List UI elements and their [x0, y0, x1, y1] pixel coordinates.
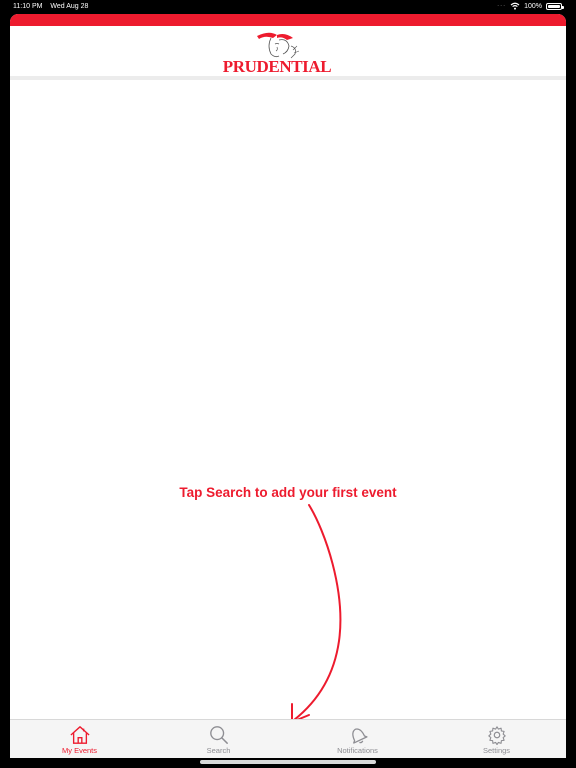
prudence-figure-icon: [257, 32, 300, 59]
gear-icon: [487, 726, 506, 745]
tab-notifications[interactable]: Notifications: [288, 720, 427, 758]
tab-label-search: Search: [206, 746, 231, 755]
top-brand-band: [10, 14, 566, 26]
wifi-icon: [510, 2, 520, 10]
tab-my-events[interactable]: My Events: [10, 720, 149, 758]
app-window: PRUDENTIAL Tap Search to add your first …: [10, 14, 566, 758]
tab-search[interactable]: Search: [149, 720, 288, 758]
tab-label-my-events: My Events: [61, 746, 97, 755]
hint-arrow-icon: [291, 504, 342, 723]
events-content: Tap Search to add your first event: [10, 81, 566, 723]
status-time: 11:10 PM: [13, 3, 43, 10]
tab-bar: My Events Search Notifications Settings: [10, 719, 566, 758]
bell-icon: [351, 728, 368, 744]
logo-text: PRUDENTIAL: [222, 57, 332, 76]
tab-label-notifications: Notifications: [337, 746, 378, 755]
search-icon: [209, 726, 228, 744]
status-right: ··· 100%: [497, 2, 564, 10]
home-icon: [69, 726, 90, 744]
battery-fill: [548, 4, 560, 8]
multitask-dots-icon: ···: [497, 3, 507, 9]
status-bar: 11:10 PM Wed Aug 28 ··· 100%: [0, 0, 576, 14]
prudential-logo: PRUDENTIAL: [209, 28, 345, 76]
status-left: 11:10 PM Wed Aug 28: [13, 3, 94, 10]
battery-icon: [546, 2, 564, 10]
battery-percent: 100%: [524, 2, 542, 10]
home-indicator[interactable]: [200, 760, 376, 764]
header: PRUDENTIAL: [10, 26, 566, 80]
empty-state-hint: Tap Search to add your first event: [179, 485, 397, 500]
status-date: Wed Aug 28: [50, 3, 89, 10]
tab-settings[interactable]: Settings: [427, 720, 566, 758]
tab-label-settings: Settings: [482, 746, 511, 755]
